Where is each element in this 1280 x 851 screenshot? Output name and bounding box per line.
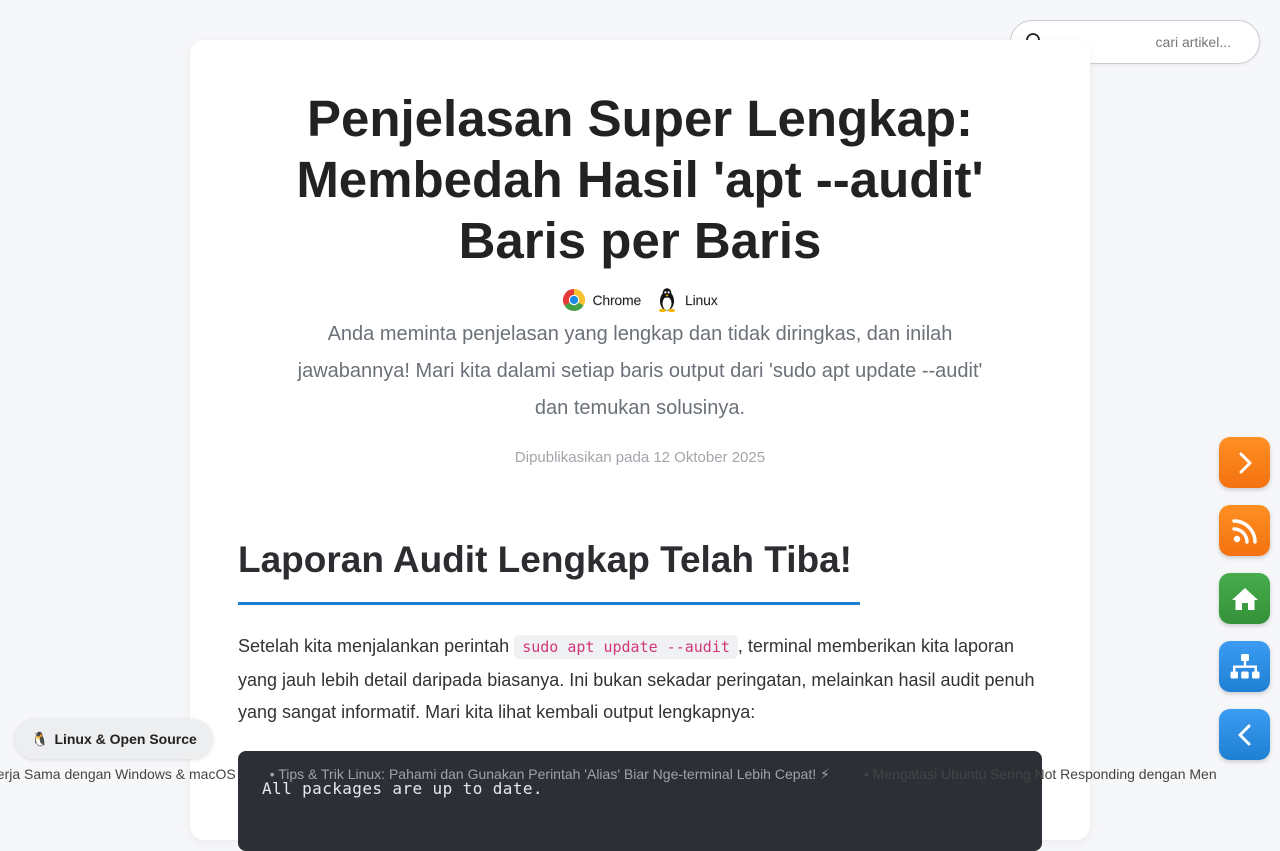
- sitemap-button[interactable]: [1219, 641, 1270, 692]
- article-card: Penjelasan Super Lengkap: Membedah Hasil…: [190, 40, 1090, 851]
- tag-linux[interactable]: Linux: [655, 287, 718, 313]
- penguin-icon: 🐧: [31, 730, 49, 747]
- next-button[interactable]: [1219, 437, 1270, 488]
- article-title: Penjelasan Super Lengkap: Membedah Hasil…: [296, 90, 984, 269]
- rss-button[interactable]: [1219, 505, 1270, 556]
- article-subtitle: Anda meminta penjelasan yang lengkap dan…: [297, 323, 983, 419]
- tag-label: Linux: [685, 292, 718, 308]
- article-tags: Chrome Linux: [190, 287, 1090, 313]
- home-button[interactable]: [1219, 573, 1270, 624]
- ticker-item[interactable]: ekerja Sama dengan Windows & macOS: [0, 766, 236, 783]
- chevron-left-icon: [1232, 722, 1258, 748]
- paragraph-text: Setelah kita menjalankan perintah: [238, 636, 515, 656]
- category-badge[interactable]: 🐧 Linux & Open Source: [15, 719, 213, 759]
- rss-icon: [1230, 516, 1260, 546]
- news-ticker: ekerja Sama dengan Windows & macOS • Tip…: [0, 766, 1280, 786]
- badge-label: Linux & Open Source: [54, 731, 197, 747]
- inline-code: sudo apt update --audit: [514, 635, 738, 659]
- home-icon: [1230, 585, 1260, 613]
- ticker-item[interactable]: • Tips & Trik Linux: Pahami dan Gunakan …: [270, 766, 830, 783]
- tag-chrome[interactable]: Chrome: [562, 287, 641, 313]
- intro-paragraph: Setelah kita menjalankan perintah sudo a…: [238, 630, 1042, 729]
- tag-label: Chrome: [592, 292, 642, 308]
- ticker-item[interactable]: • Mengatasi Ubuntu Sering Not Responding…: [864, 766, 1217, 783]
- sitemap-icon: [1228, 652, 1262, 682]
- previous-button[interactable]: [1219, 709, 1270, 760]
- chrome-icon: [562, 288, 586, 312]
- publish-date: Dipublikasikan pada 12 Oktober 2025: [514, 449, 766, 466]
- section-heading: Laporan Audit Lengkap Telah Tiba!: [238, 539, 852, 580]
- chevron-right-icon: [1232, 450, 1258, 476]
- section-divider: [238, 602, 860, 605]
- tux-icon: [655, 287, 679, 313]
